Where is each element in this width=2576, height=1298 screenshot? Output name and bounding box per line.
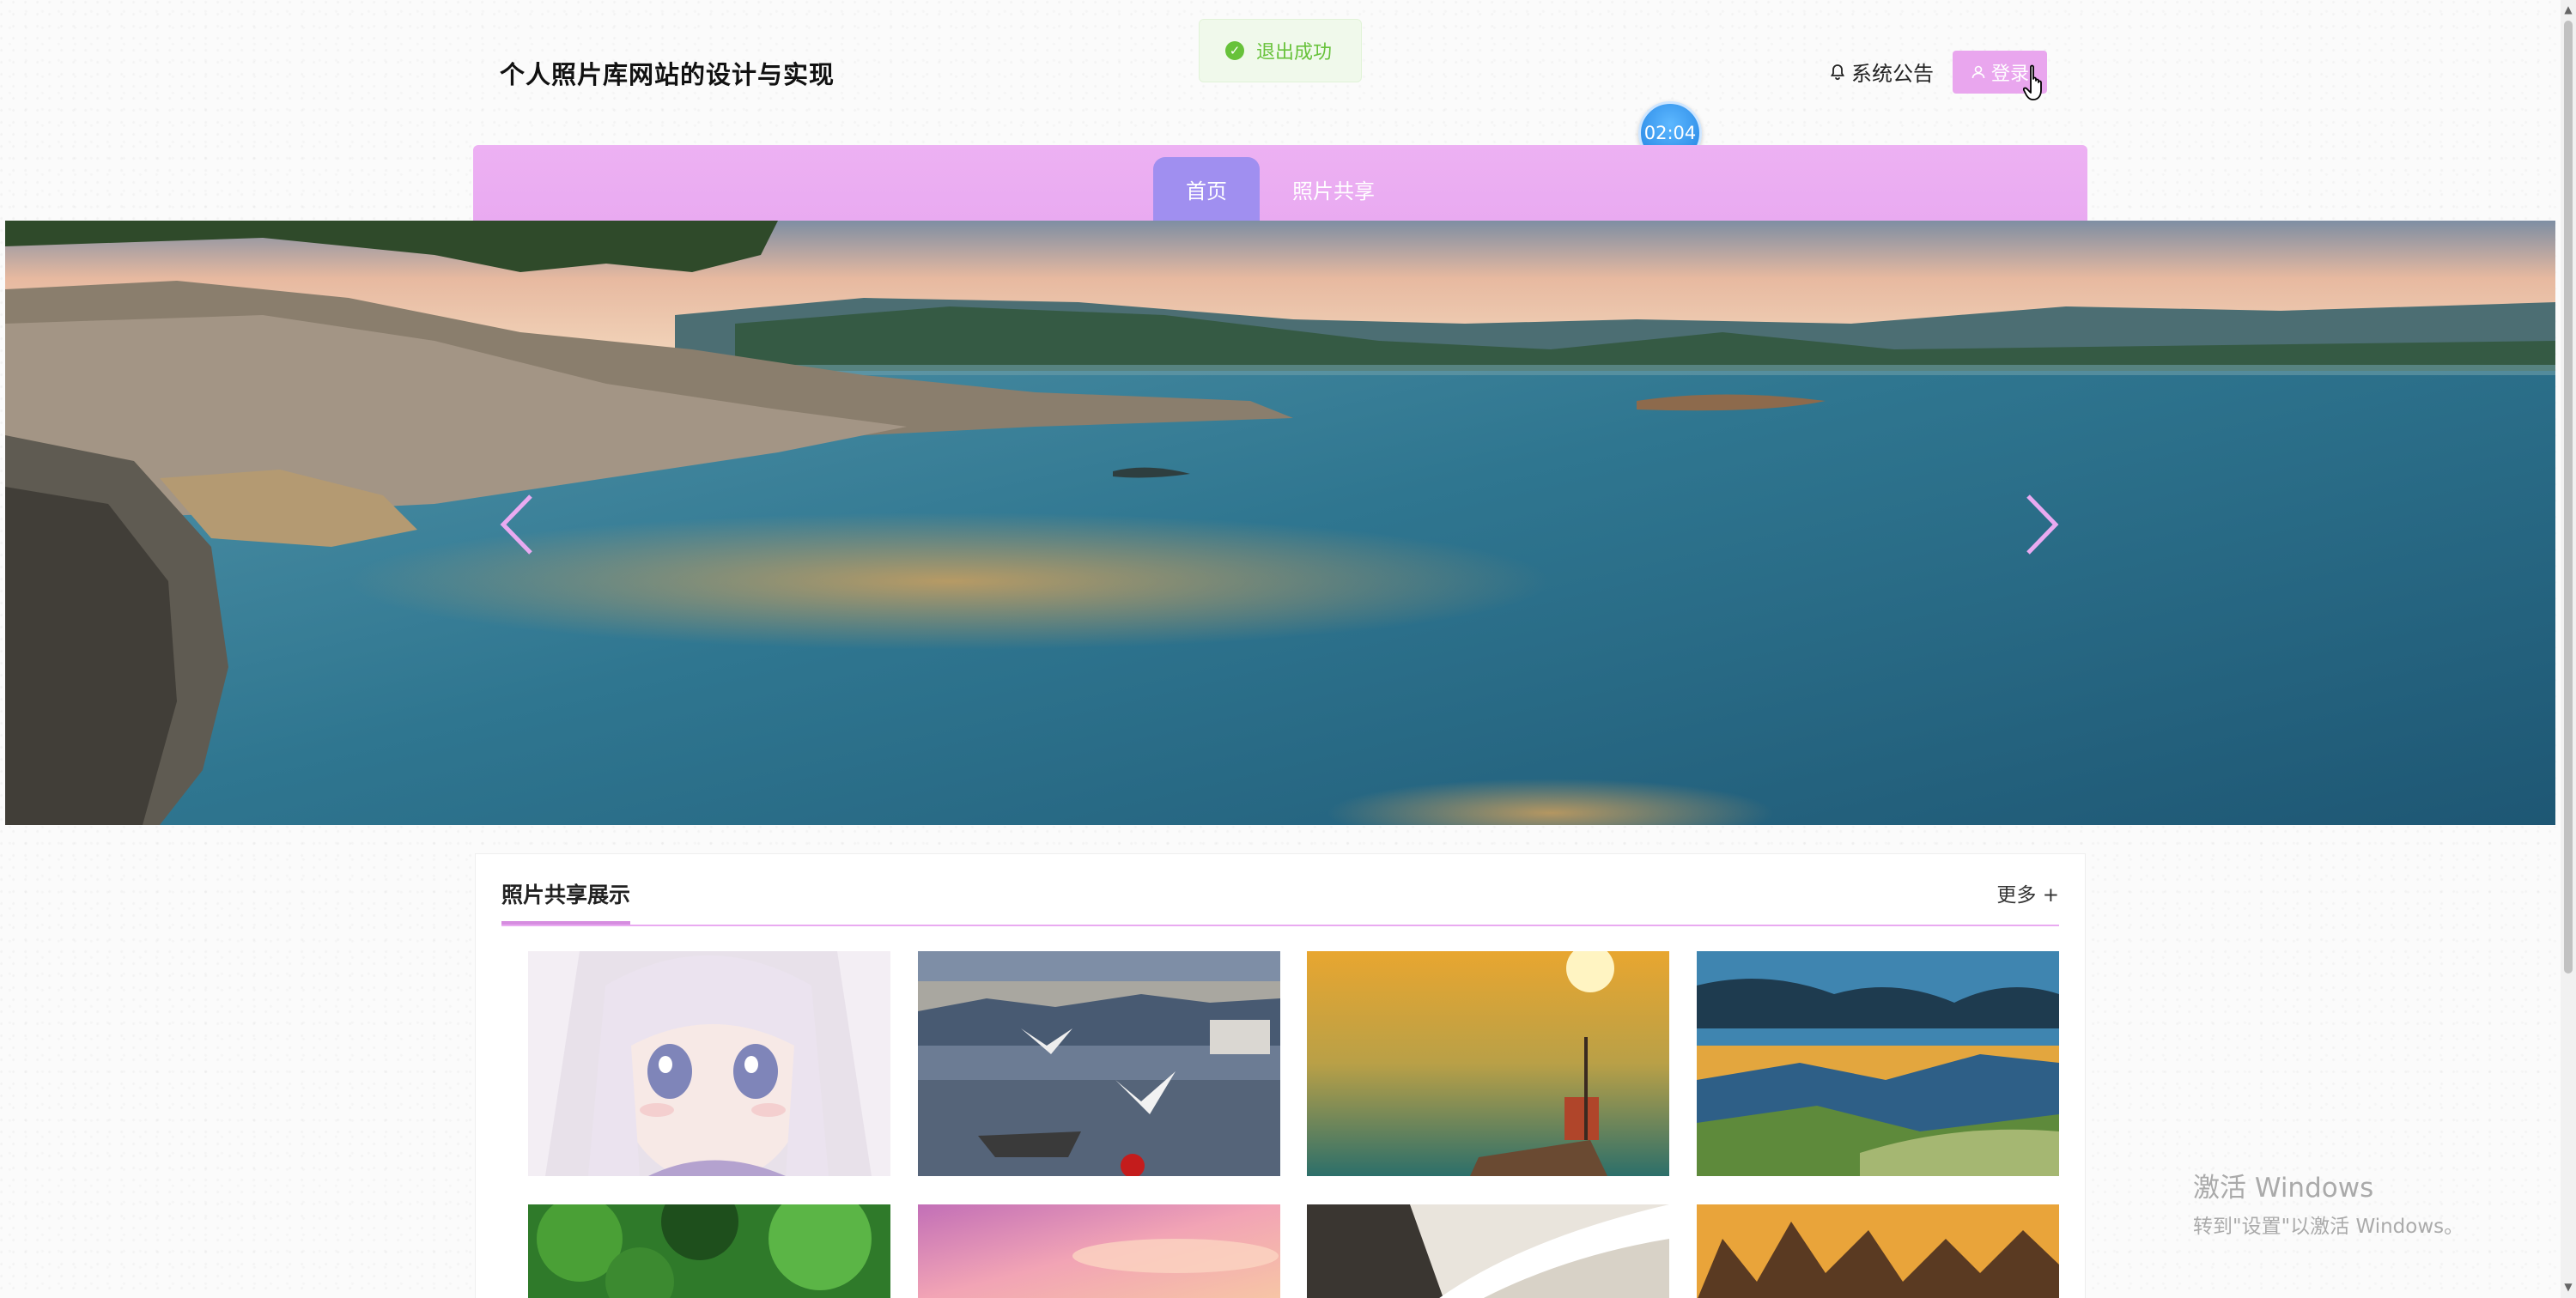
nav-item-home[interactable]: 首页 [1153, 157, 1260, 221]
success-toast: ✓ 退出成功 [1199, 19, 1362, 82]
windows-activation-watermark: 激活 Windows 转到"设置"以激活 Windows。 [2193, 1166, 2464, 1239]
vertical-scrollbar[interactable]: ▲ ▼ [2561, 0, 2576, 1298]
scroll-thumb[interactable] [2564, 21, 2573, 974]
announcement-label: 系统公告 [1851, 62, 1934, 86]
scroll-up-icon[interactable]: ▲ [2564, 3, 2573, 15]
photo-card[interactable] [528, 1204, 890, 1298]
bell-icon [1830, 64, 1845, 80]
photo-card[interactable] [1697, 1204, 2059, 1298]
chevron-left-icon[interactable] [498, 493, 536, 556]
user-icon [1971, 65, 1985, 79]
section-title-underline [501, 921, 630, 925]
photo-card[interactable] [1307, 1204, 1669, 1298]
sunset-sea-boat-thumbnail [1307, 951, 1669, 1176]
banner-image [5, 221, 2555, 825]
site-title: 个人照片库网站的设计与实现 [500, 60, 835, 89]
photo-share-section: 照片共享展示 更多 + [475, 853, 2086, 1298]
nav-item-photo-share[interactable]: 照片共享 [1260, 157, 1407, 221]
green-forest-thumbnail [528, 1204, 890, 1298]
section-title: 照片共享展示 [501, 883, 631, 907]
hand-cursor-icon [2023, 64, 2042, 100]
beach-waves-thumbnail [1307, 1204, 1669, 1298]
anime-girl-thumbnail [528, 951, 890, 1176]
announcement-link[interactable]: 系统公告 [1829, 57, 1934, 87]
section-header: 照片共享展示 更多 + [501, 854, 2059, 926]
photo-card[interactable] [528, 951, 890, 1176]
photo-card[interactable] [918, 951, 1280, 1176]
page: 个人照片库网站的设计与实现 ✓ 退出成功 系统公告 登录 02:04 首页 照片… [0, 0, 2561, 1298]
more-link[interactable]: 更多 + [1996, 878, 2059, 907]
photo-card[interactable] [918, 1204, 1280, 1298]
golden-peaks-thumbnail [1697, 1204, 2059, 1298]
watermark-line2: 转到"设置"以激活 Windows。 [2193, 1216, 2464, 1238]
photo-card[interactable] [1307, 951, 1669, 1176]
pink-sky-thumbnail [918, 1204, 1280, 1298]
mountain-sunset-thumbnail [1697, 951, 2059, 1176]
scroll-down-icon[interactable]: ▼ [2564, 1281, 2573, 1293]
chevron-right-icon[interactable] [2023, 493, 2061, 556]
watermark-line1: 激活 Windows [2193, 1173, 2374, 1204]
toast-message: 退出成功 [1256, 42, 1333, 64]
photo-card[interactable] [1697, 951, 2059, 1176]
check-circle-icon: ✓ [1225, 41, 1244, 60]
main-nav: 首页 照片共享 [473, 145, 2087, 221]
banner-carousel [5, 221, 2555, 825]
seagulls-boat-thumbnail [918, 951, 1280, 1176]
